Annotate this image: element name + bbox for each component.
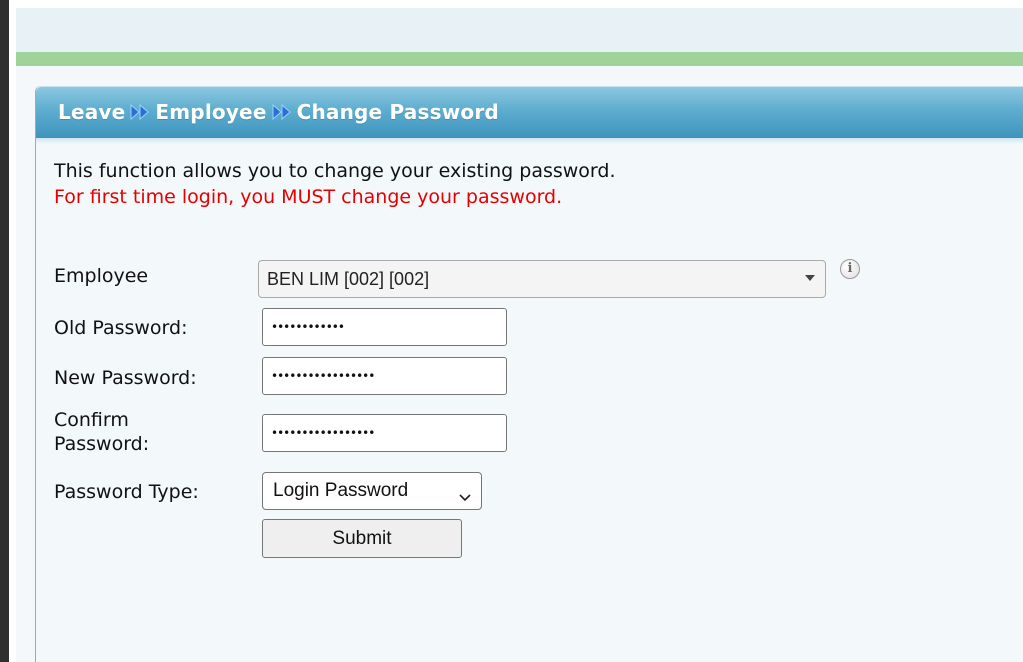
new-password-row: New Password: [54, 366, 262, 390]
breadcrumb-item-leave: Leave [58, 100, 126, 124]
chevron-down-icon [459, 486, 471, 508]
panel-header: Leave Employee Change Password [36, 86, 1023, 138]
password-type-value: Login Password [273, 480, 409, 501]
panel-content: This function allows you to change your … [36, 158, 1023, 210]
double-right-arrow-icon [272, 104, 292, 120]
confirm-password-field[interactable] [262, 414, 507, 452]
header-underline [36, 138, 1023, 144]
top-banner [16, 8, 1023, 52]
new-password-field[interactable] [262, 357, 507, 395]
confirm-password-label-line2: Password: [54, 433, 150, 455]
confirm-password-row: Confirm Password: [54, 408, 262, 456]
password-type-row: Password Type: [54, 480, 262, 504]
description-text: This function allows you to change your … [54, 160, 616, 182]
breadcrumb-item-employee: Employee [155, 100, 267, 124]
first-login-warning: For first time login, you MUST change yo… [54, 186, 563, 208]
employee-select[interactable]: BEN LIM [002] [002] [258, 260, 826, 298]
confirm-password-label-line1: Confirm [54, 409, 129, 431]
employee-row: Employee [54, 264, 262, 288]
employee-label: Employee [54, 265, 149, 287]
password-type-select[interactable]: Login Password [262, 472, 482, 510]
dropdown-arrow-icon [805, 275, 815, 281]
old-password-row: Old Password: [54, 316, 262, 340]
confirm-password-label: Confirm Password: [54, 408, 262, 456]
submit-button[interactable]: Submit [262, 519, 462, 558]
info-icon[interactable]: i [840, 259, 860, 279]
employee-select-value: BEN LIM [002] [002] [267, 268, 430, 289]
new-password-label: New Password: [54, 367, 197, 389]
left-window-edge [0, 0, 9, 662]
green-divider-bar [16, 52, 1023, 66]
double-right-arrow-icon [130, 104, 150, 120]
change-password-panel: Leave Employee Change Password This func… [35, 86, 1023, 662]
old-password-label: Old Password: [54, 317, 188, 339]
old-password-field[interactable] [262, 308, 507, 346]
page-title: Change Password [296, 100, 499, 124]
password-type-label: Password Type: [54, 481, 199, 503]
